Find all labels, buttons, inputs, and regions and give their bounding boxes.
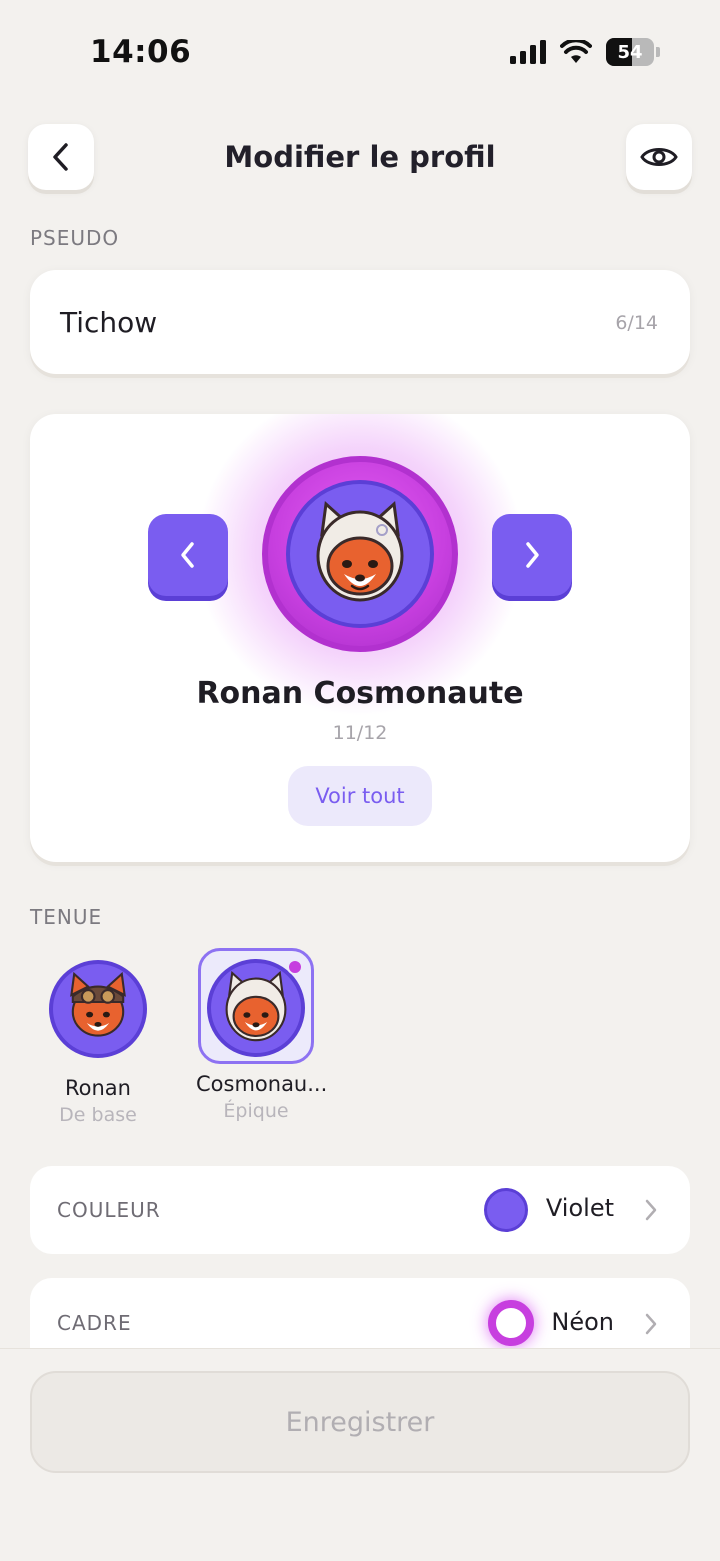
outfit-name: Ronan [65,1076,131,1100]
avatar-count: 11/12 [332,722,388,744]
outfit-name: Cosmonau... [196,1072,328,1096]
fox-astronaut-icon [225,970,287,1042]
color-swatch [484,1188,528,1232]
chevron-left-icon [181,542,194,568]
frame-swatch [488,1300,534,1346]
outfit-rarity: Épique [223,1100,289,1122]
status-time: 14:06 [90,34,192,70]
page-title: Modifier le profil [224,140,496,174]
save-button[interactable]: Enregistrer [30,1371,690,1473]
preview-button[interactable] [626,124,692,190]
see-all-button[interactable]: Voir tout [288,766,432,826]
fox-aviator-icon [70,971,126,1037]
bottom-bar: Enregistrer [0,1348,720,1561]
outfit-label: TENUE [30,905,103,929]
outfit-rarity: De base [59,1104,137,1126]
previous-avatar-button[interactable] [148,514,228,596]
fox-astronaut-icon [316,500,404,602]
outfit-selected-frame [198,948,314,1064]
avatar-frame [262,456,458,652]
wifi-icon [560,40,592,63]
frame-value: Néon [551,1308,614,1336]
pseudo-field[interactable]: Tichow 6/14 [30,270,690,374]
avatar-image [286,480,434,628]
battery-icon: 54 [606,38,654,66]
outfit-avatar [49,960,147,1058]
chevron-right-icon [645,1313,657,1335]
outfit-item-cosmonaute[interactable]: Cosmonau... Épique [196,948,328,1122]
chevron-right-icon [645,1199,657,1221]
status-bar: 14:06 54 [0,0,720,100]
header: Modifier le profil [0,124,720,194]
color-value: Violet [545,1194,614,1222]
chevron-right-icon [526,542,539,568]
color-row[interactable]: COULEUR Violet [30,1166,690,1254]
pseudo-label: PSEUDO [30,226,120,250]
outfit-item-ronan[interactable]: Ronan De base [38,948,158,1126]
color-label: COULEUR [57,1198,161,1222]
signal-icon [510,40,546,64]
battery-level: 54 [617,41,643,63]
pseudo-char-count: 6/14 [615,312,658,334]
status-icons: 54 [510,38,660,66]
avatar-name: Ronan Cosmonaute [196,676,524,711]
new-badge-dot [287,959,303,975]
frame-label: CADRE [57,1311,132,1335]
next-avatar-button[interactable] [492,514,572,596]
frame-row[interactable]: CADRE Néon [30,1278,690,1348]
pseudo-input-value[interactable]: Tichow [60,306,157,339]
eye-icon [640,148,678,166]
avatar-card: Ronan Cosmonaute 11/12 Voir tout [30,414,690,862]
